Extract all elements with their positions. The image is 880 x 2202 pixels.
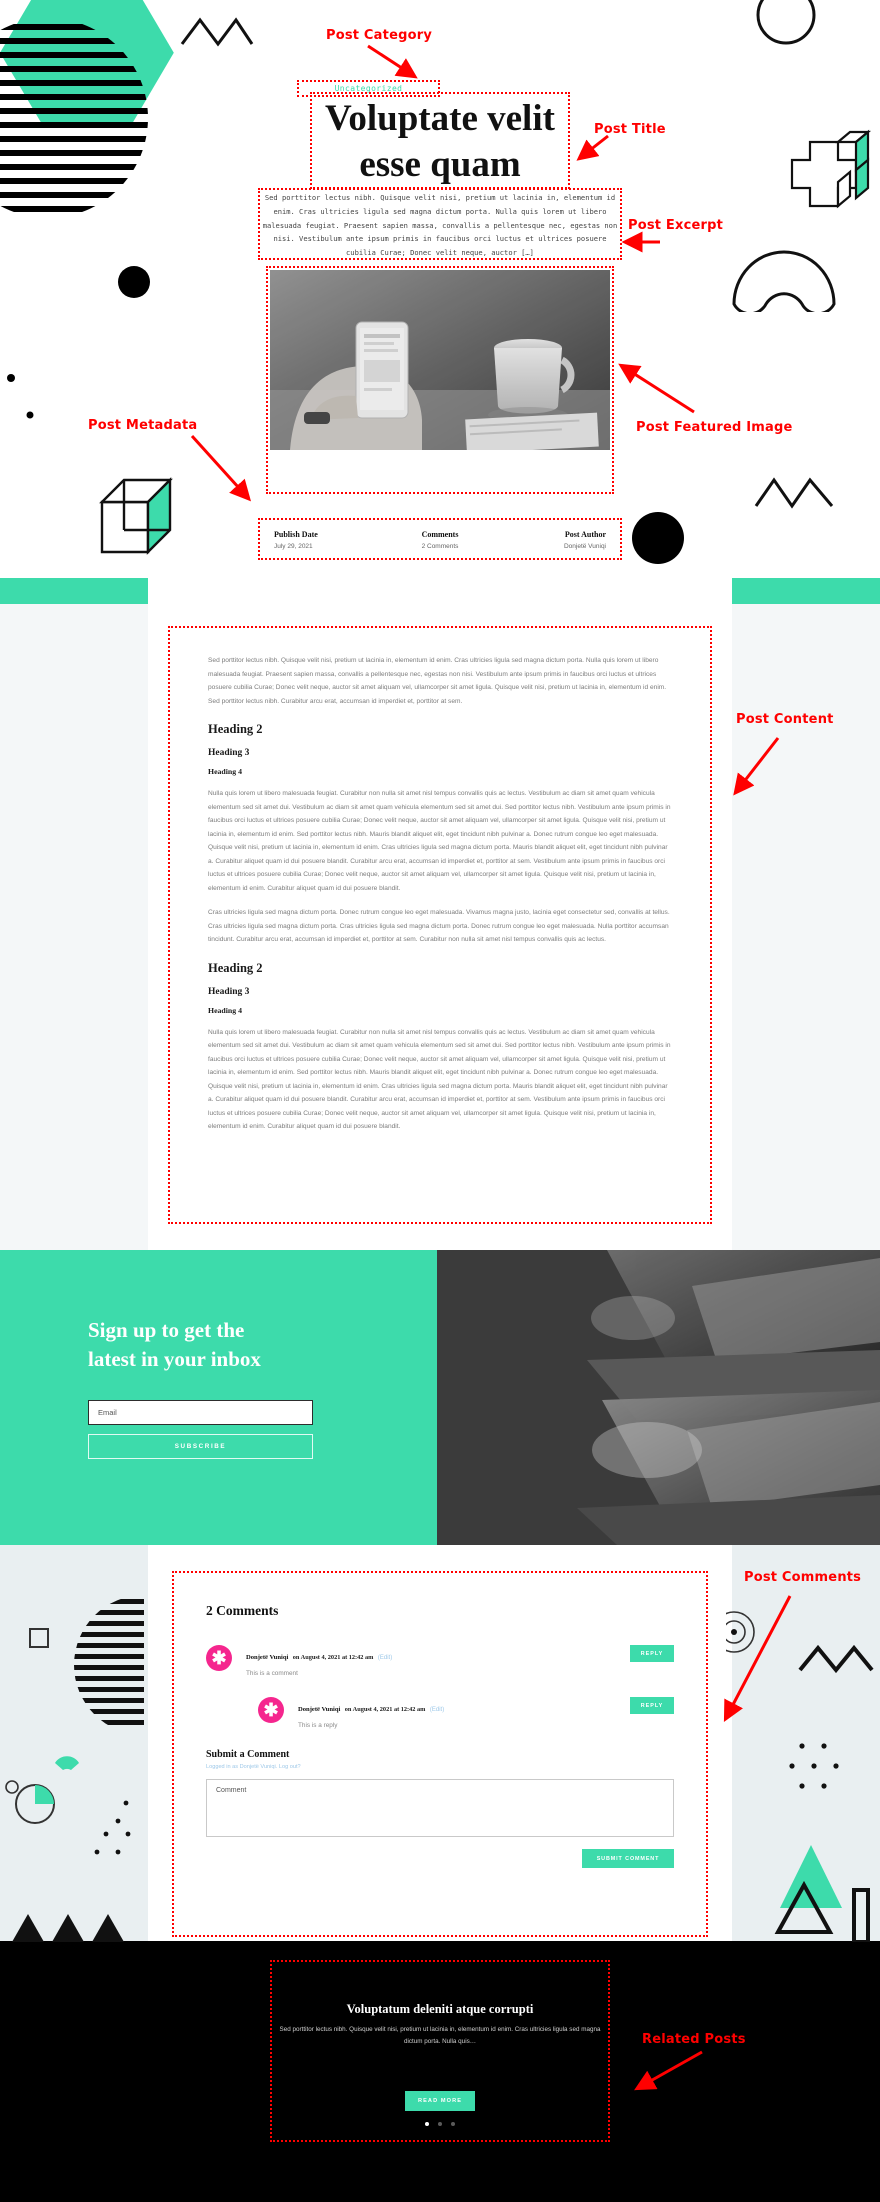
arrow-post-title — [576, 134, 609, 161]
arrow-post-content — [733, 737, 780, 796]
page-root: Uncategorized Voluptate velit esse quam … — [0, 0, 880, 2202]
arrow-post-comments — [723, 1595, 792, 1722]
annotation-arrows — [190, 44, 792, 2091]
arrow-post-category — [367, 44, 418, 79]
arrow-post-metadata — [190, 434, 252, 502]
arrow-related-posts — [634, 2050, 703, 2091]
arrow-post-featured-image — [618, 363, 695, 414]
